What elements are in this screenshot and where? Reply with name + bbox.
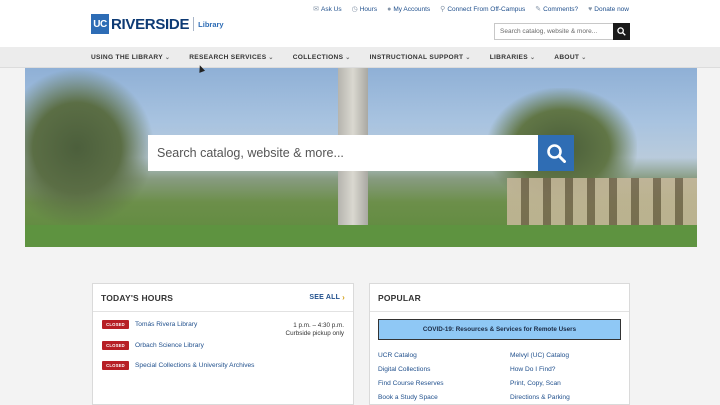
print-copy-scan-link[interactable]: Print, Copy, Scan xyxy=(510,377,570,391)
main-nav: USING THE LIBRARY ⌄ RESEARCH SERVICES ⌄ CO… xyxy=(0,47,720,68)
nav-libraries[interactable]: LIBRARIES ⌄ xyxy=(490,54,536,61)
comments-label: Comments? xyxy=(543,5,579,13)
popular-links-left: UCR Catalog Digital Collections Find Cou… xyxy=(378,349,444,405)
see-all-hours-link[interactable]: SEE ALL › xyxy=(309,293,345,302)
popular-card-title: POPULAR xyxy=(378,292,421,303)
chevron-down-icon: ⌄ xyxy=(164,55,171,61)
logo-library-label: Library xyxy=(198,19,224,29)
course-reserves-link[interactable]: Find Course Reserves xyxy=(378,377,444,391)
hours-time-range: 1 p.m. – 4:30 p.m. xyxy=(293,322,344,329)
site-header: UC RIVERSIDE Library ✉ Ask Us ◷ Hours ● My … xyxy=(0,0,720,47)
nav-about[interactable]: ABOUT ⌄ xyxy=(554,54,586,61)
plug-icon: ⚲ xyxy=(440,6,446,13)
logo-divider xyxy=(193,17,195,31)
off-campus-label: Connect From Off-Campus xyxy=(447,5,526,13)
orbach-library-link[interactable]: Orbach Science Library xyxy=(135,342,204,349)
hours-link[interactable]: ◷ Hours xyxy=(351,5,378,14)
chevron-down-icon: ⌄ xyxy=(581,55,587,61)
todays-hours-card: TODAY'S HOURS SEE ALL › CLOSED Tomás Rive… xyxy=(92,283,354,405)
closed-badge: CLOSED xyxy=(102,361,129,370)
utility-links: ✉ Ask Us ◷ Hours ● My Accounts ⚲ Connect Fro… xyxy=(313,5,629,14)
hours-card-title: TODAY'S HOURS xyxy=(101,292,174,303)
chevron-down-icon: ⌄ xyxy=(268,55,274,61)
donate-link[interactable]: ♥ Donate now xyxy=(588,5,629,13)
hours-card-header: TODAY'S HOURS SEE ALL › xyxy=(93,284,353,312)
user-icon: ● xyxy=(387,5,392,13)
rivera-hours-time: 1 p.m. – 4:30 p.m. Curbside pickup only xyxy=(286,322,344,338)
nav-label: LIBRARIES xyxy=(489,54,528,61)
nav-label: INSTRUCTIONAL SUPPORT xyxy=(369,54,464,61)
comment-icon: ✎ xyxy=(535,6,542,13)
gift-icon: ♥ xyxy=(588,5,593,13)
study-space-link[interactable]: Book a Study Space xyxy=(378,391,444,405)
nav-research-services[interactable]: RESEARCH SERVICES ⌄ xyxy=(189,54,274,61)
my-accounts-link[interactable]: ● My Accounts xyxy=(387,5,430,13)
hero-search-input[interactable] xyxy=(148,135,538,171)
popular-card: POPULAR COVID-19: Resources & Services f… xyxy=(369,283,630,405)
nav-collections[interactable]: COLLECTIONS ⌄ xyxy=(293,54,351,61)
off-campus-link[interactable]: ⚲ Connect From Off-Campus xyxy=(440,5,526,14)
chevron-right-icon: › xyxy=(342,293,345,302)
nav-label: RESEARCH SERVICES xyxy=(189,54,267,61)
hours-row: CLOSED Special Collections & University … xyxy=(102,361,254,370)
digital-collections-link[interactable]: Digital Collections xyxy=(378,363,444,377)
hours-time-note: Curbside pickup only xyxy=(285,330,344,337)
nav-using-the-library[interactable]: USING THE LIBRARY ⌄ xyxy=(91,54,170,61)
how-do-i-find-link[interactable]: How Do I Find? xyxy=(510,363,570,377)
chevron-down-icon: ⌄ xyxy=(529,55,536,61)
nav-label: USING THE LIBRARY xyxy=(91,54,163,61)
hours-label: Hours xyxy=(359,5,378,13)
hours-row: CLOSED Tomás Rivera Library xyxy=(102,320,197,329)
ucr-catalog-link[interactable]: UCR Catalog xyxy=(378,349,444,363)
rivera-library-link[interactable]: Tomás Rivera Library xyxy=(135,321,197,328)
ask-us-link[interactable]: ✉ Ask Us xyxy=(313,5,342,14)
melvyl-catalog-link[interactable]: Melvyl (UC) Catalog xyxy=(510,349,570,363)
hero-search xyxy=(148,135,574,171)
closed-badge: CLOSED xyxy=(102,320,129,329)
header-search-input[interactable] xyxy=(494,23,613,40)
donate-label: Donate now xyxy=(594,5,629,13)
directions-parking-link[interactable]: Directions & Parking xyxy=(510,391,570,405)
header-search-button[interactable] xyxy=(613,23,630,40)
header-search xyxy=(494,23,630,40)
logo-wordmark: RIVERSIDE xyxy=(111,15,190,33)
special-collections-link[interactable]: Special Collections & University Archive… xyxy=(135,362,254,369)
nav-label: ABOUT xyxy=(554,54,580,61)
see-all-label: SEE ALL xyxy=(309,294,341,301)
chevron-down-icon: ⌄ xyxy=(345,55,351,61)
closed-badge: CLOSED xyxy=(102,341,129,350)
covid-resources-button[interactable]: COVID-19: Resources & Services for Remot… xyxy=(378,319,621,340)
search-icon xyxy=(547,144,566,163)
hero-banner xyxy=(25,68,697,247)
nav-label: COLLECTIONS xyxy=(292,54,344,61)
popular-links-right: Melvyl (UC) Catalog How Do I Find? Print… xyxy=(510,349,570,405)
chevron-down-icon: ⌄ xyxy=(465,55,471,61)
hero-lawn xyxy=(25,225,697,247)
ucr-library-logo[interactable]: UC RIVERSIDE Library xyxy=(91,14,224,34)
popular-card-header: POPULAR xyxy=(370,284,629,312)
nav-instructional-support[interactable]: INSTRUCTIONAL SUPPORT ⌄ xyxy=(370,54,471,61)
hours-row: CLOSED Orbach Science Library xyxy=(102,341,204,350)
my-accounts-label: My Accounts xyxy=(393,5,431,13)
clock-icon: ◷ xyxy=(351,6,358,13)
logo-uc-mark: UC xyxy=(91,14,109,34)
chat-icon: ✉ xyxy=(313,6,320,13)
comments-link[interactable]: ✎ Comments? xyxy=(535,5,579,14)
ask-us-label: Ask Us xyxy=(321,5,342,13)
search-icon xyxy=(617,27,626,36)
hero-search-button[interactable] xyxy=(538,135,574,171)
hero-trees-left xyxy=(25,68,155,228)
